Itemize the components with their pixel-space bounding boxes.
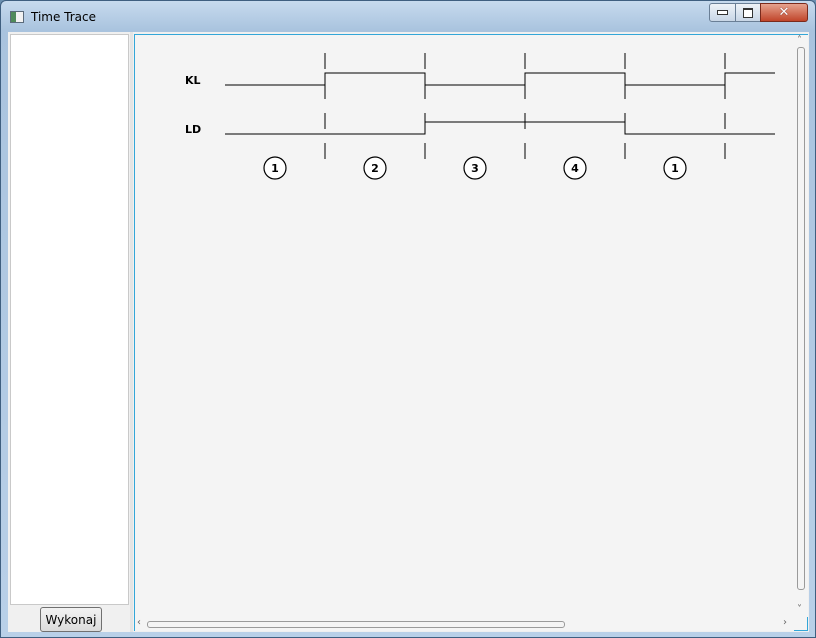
signal-waveform (225, 121, 775, 135)
app-icon (10, 11, 24, 23)
vertical-scrollbar[interactable]: ˄ ˅ (794, 35, 808, 617)
maximize-icon (743, 7, 753, 18)
execute-button[interactable]: Wykonaj (40, 607, 102, 632)
window-title: Time Trace (31, 10, 97, 24)
state-label: 1 (671, 162, 679, 175)
pane-splitter[interactable] (130, 32, 133, 632)
horizontal-scrollbar[interactable]: ‹ › (135, 617, 794, 631)
scroll-up-icon[interactable]: ˄ (797, 36, 802, 46)
signal-label: KL (185, 74, 201, 87)
signal-label: LD (185, 123, 201, 136)
signal-waveform (225, 72, 775, 86)
vertical-scroll-thumb[interactable] (797, 47, 805, 590)
horizontal-scroll-thumb[interactable] (147, 621, 565, 628)
maximize-button[interactable] (735, 3, 761, 22)
state-label: 3 (471, 162, 479, 175)
minimize-button[interactable] (709, 3, 736, 22)
state-label: 4 (571, 162, 579, 175)
scroll-down-icon[interactable]: ˅ (797, 605, 802, 615)
state-label: 2 (371, 162, 379, 175)
client-area: Wykonaj KL LD 1 2 3 4 1 ˄ ˅ ‹ › (8, 32, 809, 632)
close-button[interactable]: ✕ (760, 3, 808, 22)
left-panel[interactable] (10, 34, 129, 605)
state-label: 1 (271, 162, 279, 175)
time-trace-canvas[interactable]: KL LD 1 2 3 4 1 ˄ ˅ ‹ › (134, 34, 808, 631)
scroll-left-icon[interactable]: ‹ (137, 618, 141, 628)
timing-diagram: KL LD 1 2 3 4 1 (185, 53, 775, 180)
minimize-icon (717, 10, 728, 15)
close-icon: ✕ (778, 5, 790, 20)
app-window: Time Trace ✕ Wykonaj KL LD 1 2 3 4 1 ˄ ˅ ‹ › (0, 0, 816, 638)
scroll-right-icon[interactable]: › (783, 618, 787, 628)
title-bar[interactable]: Time Trace ✕ (1, 1, 815, 31)
